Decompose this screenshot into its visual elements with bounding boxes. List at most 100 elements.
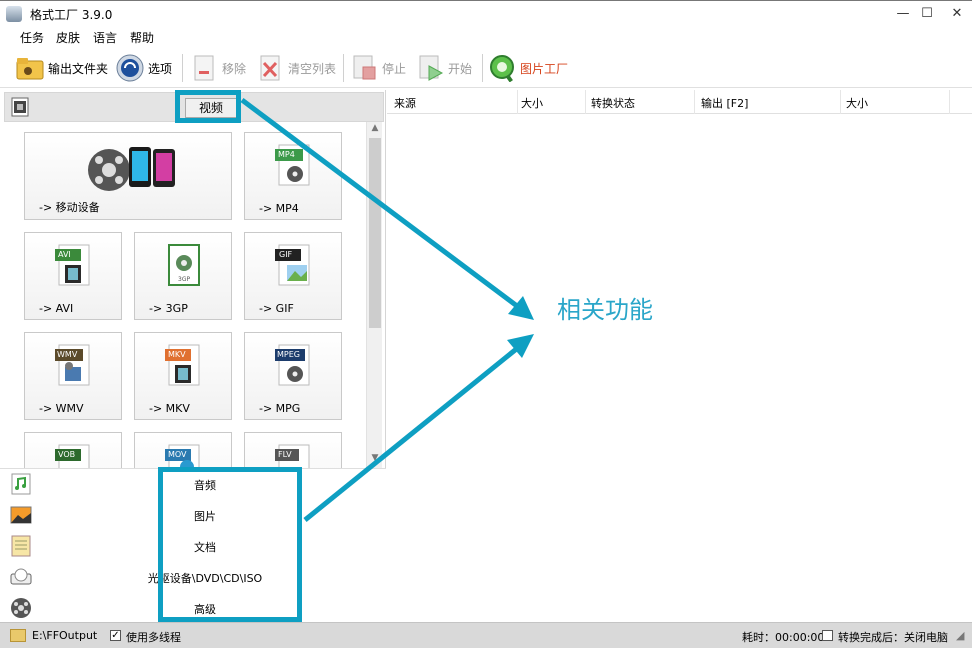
column-separator (840, 90, 841, 114)
column-separator (585, 90, 586, 114)
col-source[interactable]: 来源 (394, 95, 416, 111)
stop-button[interactable]: 停止 (350, 52, 406, 84)
shutdown-label: 转换完成后：关闭电脑 (838, 631, 948, 644)
col-size[interactable]: 大小 (521, 95, 543, 111)
col-output[interactable]: 输出 [F2] (701, 95, 748, 111)
tile-mkv[interactable]: MKV -> MKV (134, 332, 232, 420)
file-badge: MKV (168, 350, 186, 359)
highlight-box-categories (158, 467, 302, 622)
remove-icon (190, 54, 218, 82)
remove-button[interactable]: 移除 (190, 52, 246, 84)
remove-label: 移除 (222, 61, 247, 76)
avi-file-icon: AVI (55, 241, 93, 289)
tile-3gp[interactable]: 3GP -> 3GP (134, 232, 232, 320)
multithread-checkbox[interactable]: ✓ (110, 630, 121, 641)
file-badge: VOB (58, 450, 76, 459)
tile-label: -> MKV (149, 402, 190, 415)
task-list-panel: 来源 大小 转换状态 输出 [F2] 大小 (387, 90, 972, 622)
toolbar-separator (182, 54, 183, 82)
tile-mov[interactable]: MOV (134, 432, 232, 468)
tile-label: -> MPG (259, 402, 301, 415)
window-title: 格式工厂 3.9.0 (30, 8, 113, 22)
highlight-box-video (175, 90, 241, 123)
file-badge: AVI (58, 250, 71, 259)
mpeg-file-icon: MPEG (275, 341, 313, 389)
file-badge: MOV (168, 450, 187, 459)
menu-help[interactable]: 帮助 (130, 29, 154, 46)
clear-list-button[interactable]: 清空列表 (256, 52, 336, 84)
scroll-up-arrow-icon[interactable]: ▲ (367, 123, 383, 137)
tile-label: -> WMV (39, 402, 84, 415)
multithread-label: 使用多线程 (126, 631, 181, 644)
column-separator (949, 90, 950, 114)
mobile-devices-icon (85, 143, 181, 193)
picture-factory-label: 图片工厂 (520, 61, 569, 76)
options-icon (116, 54, 144, 82)
tile-label: -> AVI (39, 302, 74, 315)
stop-label: 停止 (382, 61, 407, 76)
col-status[interactable]: 转换状态 (591, 95, 635, 111)
close-button[interactable]: ✕ (940, 1, 972, 27)
output-folder-label: 输出文件夹 (48, 61, 109, 76)
file-badge: MP4 (278, 150, 295, 159)
wmv-file-icon: WMV (55, 341, 93, 389)
status-bar: E:\FFOutput ✓ 使用多线程 耗时：00:00:00 转换完成后：关闭… (0, 622, 972, 648)
app-icon (6, 6, 22, 22)
scroll-down-arrow-icon[interactable]: ▼ (367, 453, 383, 467)
format-grid-scrollbar[interactable]: ▲ ▼ (366, 122, 382, 468)
start-button[interactable]: 开始 (416, 52, 472, 84)
picture-factory-button[interactable]: 图片工厂 (488, 52, 568, 84)
tile-flv[interactable]: FLV (244, 432, 342, 468)
tile-label: -> 3GP (149, 302, 188, 315)
file-badge: GIF (279, 250, 293, 259)
output-path: E:\FFOutput (32, 629, 98, 642)
format-grid: -> 移动设备 MP4 -> MP4 AVI -> AVI 3GP -> 3GP… (0, 122, 366, 468)
mp4-file-icon: MP4 (275, 141, 313, 189)
file-badge: 3GP (178, 276, 191, 283)
menu-bar: 任务 皮肤 语言 帮助 (0, 26, 972, 48)
toolbar-separator (343, 54, 344, 82)
flv-file-icon: FLV (275, 441, 313, 468)
start-icon (416, 54, 444, 82)
toolbar-separator (482, 54, 483, 82)
tile-label: -> GIF (259, 302, 294, 315)
tile-gif[interactable]: GIF -> GIF (244, 232, 342, 320)
menu-skin[interactable]: 皮肤 (56, 29, 80, 46)
shutdown-checkbox[interactable] (822, 630, 833, 641)
tile-label: -> 移动设备 (39, 201, 100, 214)
toolbar: 输出文件夹 选项 移除 清空列表 停止 开始 图片工厂 (0, 48, 972, 88)
output-folder-icon (10, 629, 26, 642)
folder-icon (16, 54, 44, 82)
menu-language[interactable]: 语言 (93, 29, 117, 46)
title-bar: 格式工厂 3.9.0 — ☐ ✕ (0, 0, 972, 26)
mov-file-icon: MOV (165, 441, 203, 468)
maximize-button[interactable]: ☐ (910, 1, 944, 27)
output-folder-button[interactable]: 输出文件夹 (16, 52, 108, 84)
scroll-thumb[interactable] (369, 138, 381, 328)
tile-wmv[interactable]: WMV -> WMV (24, 332, 122, 420)
file-badge: MPEG (277, 350, 300, 359)
gif-file-icon: GIF (275, 241, 313, 289)
tile-mp4[interactable]: MP4 -> MP4 (244, 132, 342, 220)
3gp-file-icon: 3GP (165, 241, 203, 289)
col-output-size[interactable]: 大小 (846, 95, 868, 111)
tile-mpg[interactable]: MPEG -> MPG (244, 332, 342, 420)
annotation-label: 相关功能 (557, 296, 653, 324)
clear-list-icon (256, 54, 284, 82)
start-label: 开始 (448, 61, 473, 76)
picture-factory-icon (488, 54, 516, 83)
column-separator (694, 90, 695, 114)
elapsed-time: 耗时：00:00:00 (742, 631, 825, 644)
resize-grip-icon[interactable]: ◢ (956, 629, 964, 642)
options-button[interactable]: 选项 (116, 52, 172, 84)
tile-label: -> MP4 (259, 202, 299, 215)
tile-avi[interactable]: AVI -> AVI (24, 232, 122, 320)
mkv-file-icon: MKV (165, 341, 203, 389)
tile-vob[interactable]: VOB (24, 432, 122, 468)
file-badge: FLV (278, 450, 292, 459)
options-label: 选项 (148, 61, 173, 76)
column-separator (517, 90, 518, 114)
task-list-header: 来源 大小 转换状态 输出 [F2] 大小 (387, 90, 972, 114)
tile-mobile[interactable]: -> 移动设备 (24, 132, 232, 220)
menu-task[interactable]: 任务 (20, 29, 44, 46)
